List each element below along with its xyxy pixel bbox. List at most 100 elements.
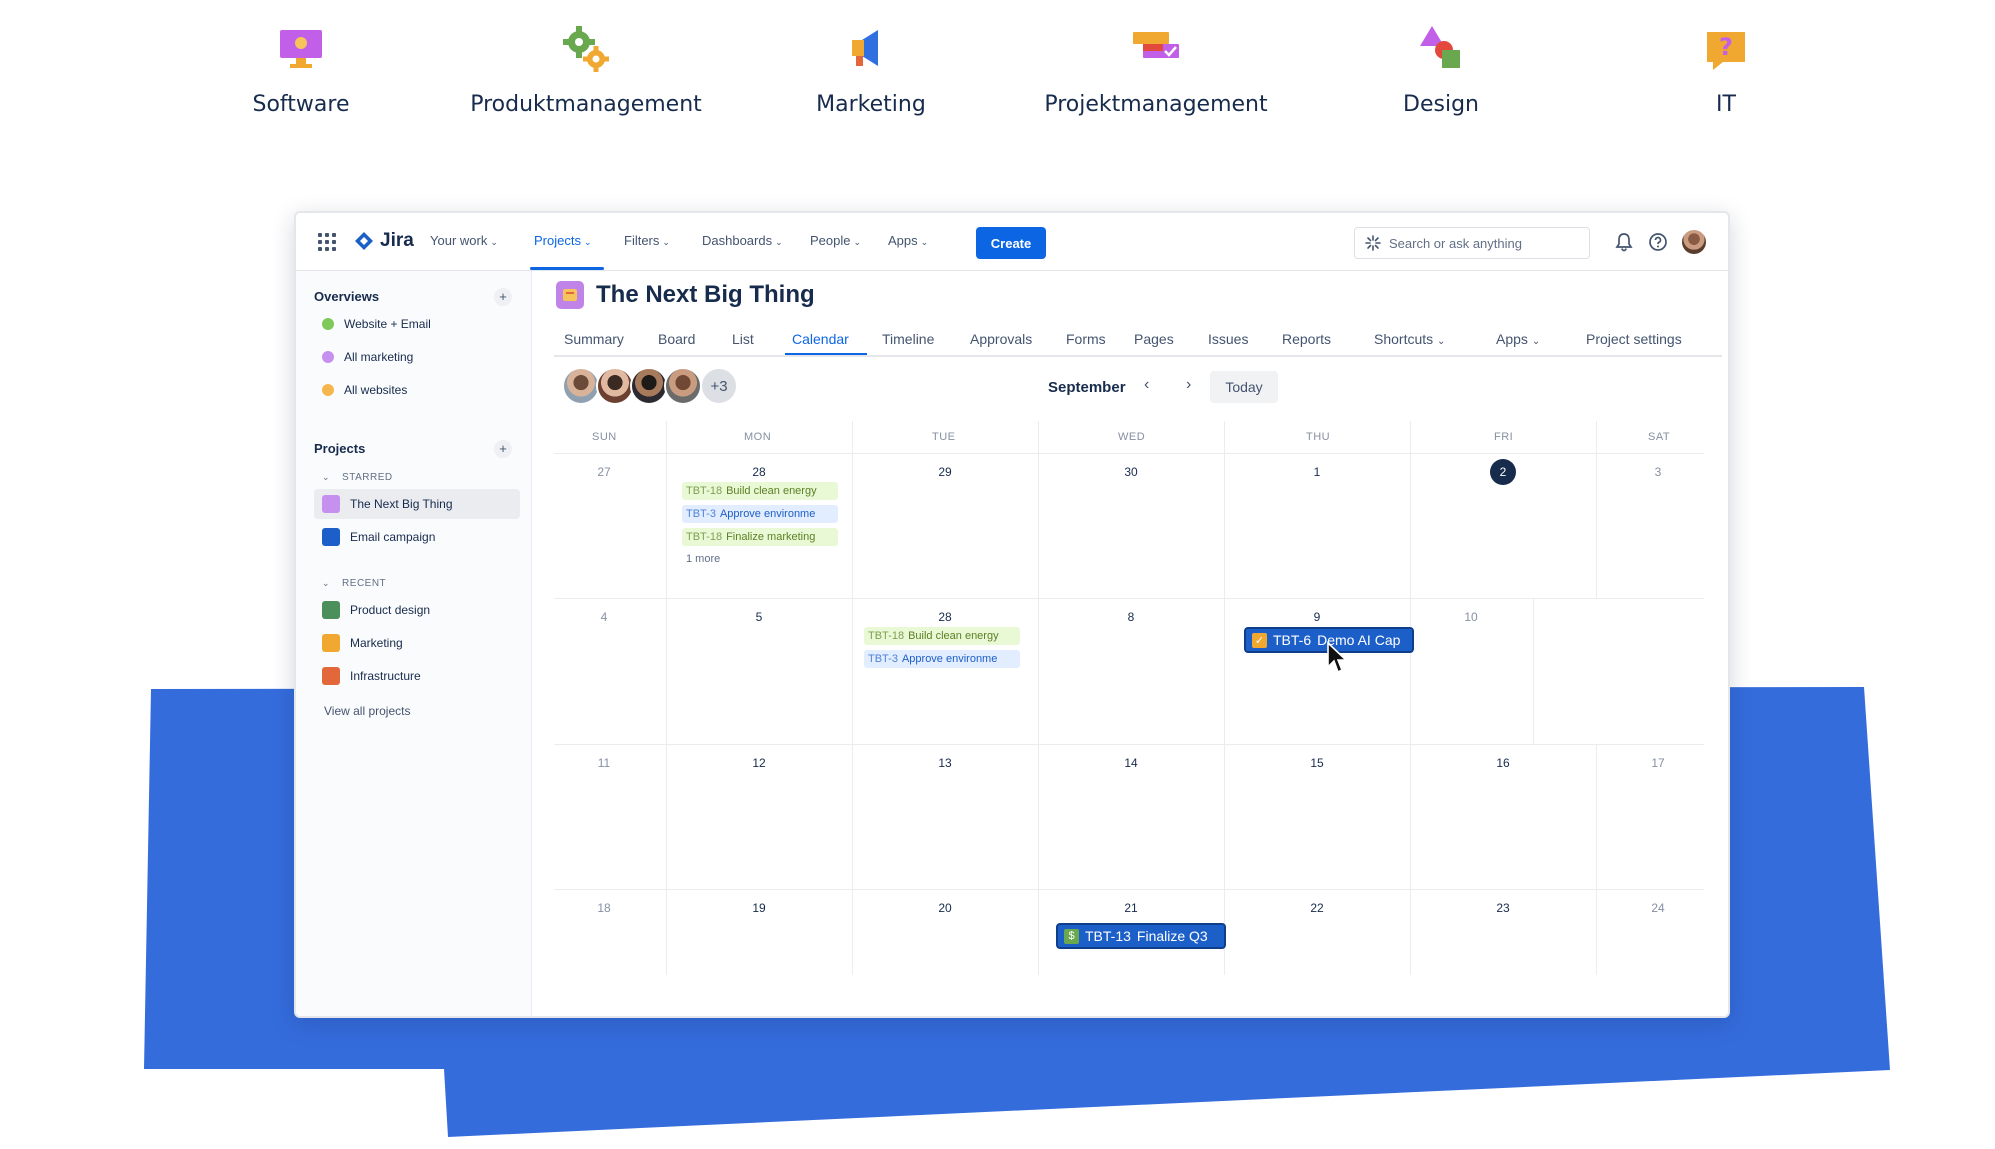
help-icon[interactable] <box>1648 232 1668 252</box>
category-design[interactable]: Design <box>1291 22 1591 117</box>
day-number: 3 <box>1654 465 1662 479</box>
bell-icon[interactable] <box>1614 232 1634 252</box>
sidebar-item-product-design[interactable]: Product design <box>314 595 520 625</box>
nav-your-work[interactable]: Your work ⌄ <box>430 233 498 248</box>
top-navigation: Jira Your work ⌄ Projects ⌄ Filters ⌄ Dashb… <box>296 213 1728 271</box>
nav-projects[interactable]: Projects ⌄ <box>534 233 592 248</box>
tab-issues[interactable]: Issues <box>1208 331 1248 347</box>
calendar-event[interactable]: TBT-3 Approve environme <box>864 650 1020 668</box>
recent-group-toggle[interactable]: ⌄ RECENT <box>322 578 386 589</box>
calendar-event[interactable]: TBT-18 Build clean energy <box>864 627 1020 645</box>
nav-apps[interactable]: Apps ⌄ <box>888 233 928 248</box>
avatar[interactable] <box>630 367 668 405</box>
category-software[interactable]: Software <box>151 22 451 117</box>
sidebar-item-email-campaign[interactable]: Email campaign <box>314 522 520 552</box>
group-label: RECENT <box>342 578 387 589</box>
add-overview-button[interactable]: + <box>494 288 512 306</box>
chevron-down-icon: ⌄ <box>322 472 331 482</box>
tab-apps[interactable]: Apps ⌄ <box>1496 331 1540 347</box>
brand-name: Jira <box>380 230 414 251</box>
nav-label: Filters <box>624 233 660 248</box>
grid-line <box>666 421 667 975</box>
sidebar-item-all-marketing[interactable]: All marketing <box>314 342 520 372</box>
calendar-event[interactable]: TBT-18 Build clean energy <box>682 482 838 500</box>
jira-logo-icon <box>355 232 373 250</box>
tab-calendar[interactable]: Calendar <box>792 331 849 347</box>
event-title: Finalize marketing <box>726 531 816 543</box>
nav-label: Apps <box>888 233 918 248</box>
nav-label: Dashboards <box>702 233 773 248</box>
app-switcher-icon[interactable] <box>318 233 336 251</box>
tab-list[interactable]: List <box>732 331 754 347</box>
category-projektmanagement[interactable]: Projektmanagement <box>1006 22 1306 117</box>
grid-line <box>1038 421 1039 975</box>
tab-pages[interactable]: Pages <box>1134 331 1174 347</box>
chevron-down-icon: ⌄ <box>1437 336 1446 347</box>
next-month-icon[interactable]: › <box>1186 376 1191 394</box>
tab-project-settings[interactable]: Project settings <box>1586 331 1682 347</box>
tab-forms[interactable]: Forms <box>1066 331 1106 347</box>
sidebar-item-marketing[interactable]: Marketing <box>314 628 520 658</box>
event-title: Build clean energy <box>726 485 817 497</box>
category-it[interactable]: ? IT <box>1576 22 1876 117</box>
more-people-badge[interactable]: +3 <box>700 367 738 405</box>
dollar-icon: $ <box>1064 928 1079 944</box>
view-all-projects-link[interactable]: View all projects <box>324 704 410 718</box>
more-events-link[interactable]: 1 more <box>686 553 720 565</box>
svg-text:?: ? <box>1719 33 1733 61</box>
add-project-button[interactable]: + <box>494 440 512 458</box>
chevron-down-icon: ⌄ <box>920 237 929 247</box>
event-title: Approve environme <box>719 508 816 520</box>
tab-board[interactable]: Board <box>658 331 695 347</box>
active-tab-indicator <box>785 353 867 355</box>
grid-line <box>1596 744 1597 975</box>
grid-line <box>852 421 853 975</box>
grid-line <box>554 744 1704 745</box>
search-input[interactable]: Search or ask anything <box>1354 227 1590 259</box>
sidebar-item-the-next-big-thing[interactable]: The Next Big Thing <box>314 489 520 519</box>
user-avatar[interactable] <box>1682 230 1706 254</box>
search-placeholder: Search or ask anything <box>1389 235 1522 251</box>
category-label: Marketing <box>816 92 926 117</box>
tab-reports[interactable]: Reports <box>1282 331 1331 347</box>
category-produktmanagement[interactable]: Produktmanagement <box>436 22 736 117</box>
tab-approvals[interactable]: Approvals <box>970 331 1032 347</box>
category-label: Produktmanagement <box>470 92 702 117</box>
day-number: 24 <box>1651 901 1665 915</box>
jira-logo[interactable]: Jira <box>354 227 414 255</box>
today-button[interactable]: Today <box>1210 371 1278 403</box>
category-label: Software <box>252 92 350 117</box>
sidebar-item-infrastructure[interactable]: Infrastructure <box>314 661 520 691</box>
day-number: 28 <box>752 465 766 479</box>
starred-group-toggle[interactable]: ⌄ STARRED <box>322 472 393 483</box>
sidebar-item-all-websites[interactable]: All websites <box>314 375 520 405</box>
create-button[interactable]: Create <box>976 227 1046 259</box>
day-number: 22 <box>1310 901 1324 915</box>
calendar-event[interactable]: TBT-3 Approve environme <box>682 505 838 523</box>
calendar-event[interactable]: $ TBT-13 Finalize Q3 <box>1056 923 1226 949</box>
overview-dot-icon <box>322 384 334 396</box>
event-title: Build clean energy <box>908 630 999 642</box>
calendar-event[interactable]: TBT-18 Finalize marketing <box>682 528 838 546</box>
avatar[interactable] <box>664 367 702 405</box>
mouse-cursor-icon <box>1327 641 1348 674</box>
tab-timeline[interactable]: Timeline <box>882 331 934 347</box>
month-label: September <box>1048 379 1126 396</box>
category-marketing[interactable]: Marketing <box>721 22 1021 117</box>
avatar[interactable] <box>596 367 634 405</box>
event-key: TBT-18 <box>686 531 723 543</box>
nav-people[interactable]: People ⌄ <box>810 233 861 248</box>
tab-summary[interactable]: Summary <box>564 331 624 347</box>
previous-month-icon[interactable]: ‹ <box>1144 376 1149 394</box>
nav-dashboards[interactable]: Dashboards ⌄ <box>702 233 783 248</box>
grid-line <box>1596 421 1597 598</box>
event-key: TBT-6 <box>1273 632 1312 648</box>
category-row: Software Produktmanagement Marketing Pro… <box>0 0 1995 130</box>
project-title: The Next Big Thing <box>596 281 815 308</box>
day-number: 19 <box>752 901 766 915</box>
sidebar-item-website-email[interactable]: Website + Email <box>314 309 520 339</box>
avatar[interactable] <box>562 367 600 405</box>
nav-filters[interactable]: Filters ⌄ <box>624 233 670 248</box>
event-key: TBT-3 <box>686 508 716 520</box>
tab-shortcuts[interactable]: Shortcuts ⌄ <box>1374 331 1445 347</box>
